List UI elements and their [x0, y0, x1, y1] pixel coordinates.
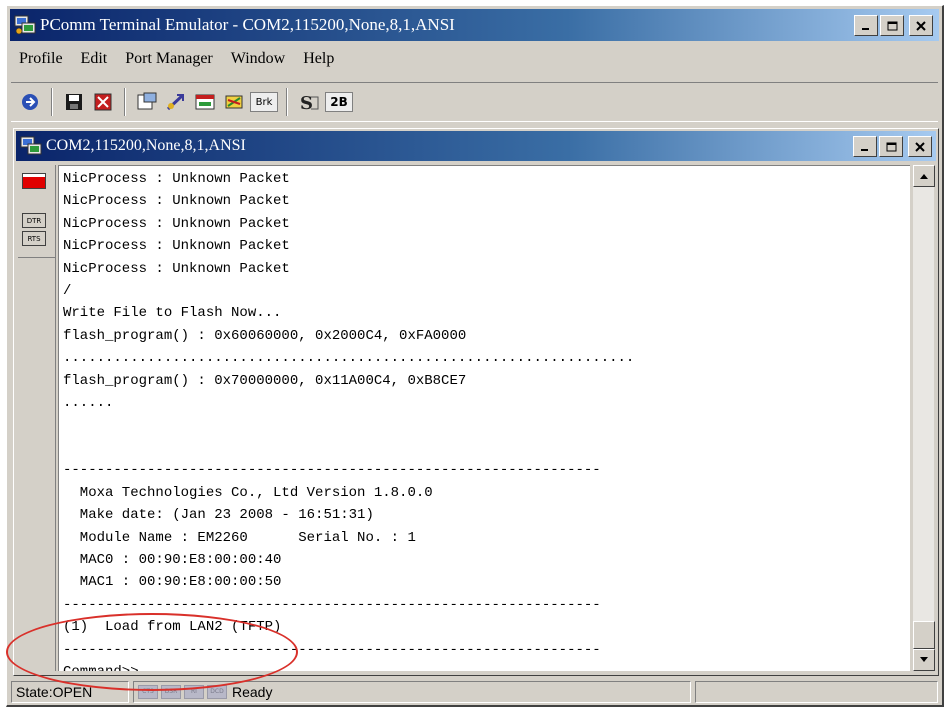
transfer-icon: [166, 93, 185, 111]
menu-edit[interactable]: Edit: [73, 50, 118, 68]
two-byte-button[interactable]: 2B: [325, 92, 353, 112]
status-message-panel: CTS DSR RI DCD Ready: [133, 681, 691, 703]
menu-bar: Profile Edit Port Manager Window Help: [11, 46, 344, 72]
capture-icon: [94, 93, 112, 111]
terminal-icon: [195, 94, 215, 110]
save-icon: [66, 94, 82, 110]
maximize-icon: [887, 21, 897, 30]
line-status-panel: DTR RTS: [18, 165, 56, 671]
terminal-text: NicProcess : Unknown Packet NicProcess :…: [63, 171, 635, 671]
terminal-app-icon: [20, 135, 42, 157]
arrow-down-icon: [920, 657, 928, 662]
dcd-indicator: DCD: [207, 685, 227, 699]
capture-button[interactable]: [90, 89, 116, 115]
save-button[interactable]: [61, 89, 87, 115]
child-maximize-button[interactable]: [879, 136, 903, 157]
script-icon: S: [300, 93, 319, 113]
arrow-up-icon: [920, 174, 928, 179]
toolbar-separator: [51, 88, 53, 116]
script-button[interactable]: S: [296, 89, 322, 115]
dtr-toggle[interactable]: DTR: [22, 213, 46, 228]
rts-toggle[interactable]: RTS: [22, 231, 46, 246]
connect-button[interactable]: [17, 89, 43, 115]
menu-port-manager[interactable]: Port Manager: [117, 50, 223, 68]
close-button[interactable]: [909, 15, 933, 36]
toolbar-separator: [124, 88, 126, 116]
connection-led-icon: [22, 173, 46, 189]
close-icon: [916, 20, 926, 31]
break-button[interactable]: Brk: [250, 92, 278, 112]
connect-icon: [22, 94, 38, 110]
window-title: PComm Terminal Emulator - COM2,115200,No…: [40, 15, 455, 34]
maximize-button[interactable]: [880, 15, 904, 36]
terminal-window-button[interactable]: [192, 89, 218, 115]
terminal-output[interactable]: NicProcess : Unknown Packet NicProcess :…: [58, 165, 910, 671]
child-close-button[interactable]: [908, 136, 932, 157]
app-icon: [14, 14, 36, 36]
child-title-bar[interactable]: COM2,115200,None,8,1,ANSI: [16, 131, 936, 161]
ri-indicator: RI: [184, 685, 204, 699]
vertical-scrollbar[interactable]: [912, 165, 935, 671]
settings-icon: [137, 92, 157, 110]
maximize-icon: [886, 142, 896, 151]
main-title-bar[interactable]: PComm Terminal Emulator - COM2,115200,No…: [10, 9, 939, 41]
status-ready-text: Ready: [232, 684, 273, 700]
main-window-controls: [854, 15, 933, 36]
terminal-child-window: COM2,115200,None,8,1,ANSI DTR RTS NicPro…: [13, 128, 939, 676]
pcomm-main-window: PComm Terminal Emulator - COM2,115200,No…: [6, 5, 944, 707]
minimize-icon: [862, 27, 869, 30]
file-transfer-icon: [225, 95, 243, 109]
close-icon: [915, 141, 925, 152]
file-transfer-button[interactable]: [221, 89, 247, 115]
menu-help[interactable]: Help: [295, 50, 344, 68]
cts-indicator: CTS: [138, 685, 158, 699]
scroll-up-button[interactable]: [913, 165, 935, 187]
scroll-thumb[interactable]: [913, 621, 935, 649]
child-window-title: COM2,115200,None,8,1,ANSI: [46, 137, 246, 154]
menu-profile[interactable]: Profile: [11, 50, 73, 68]
transfer-button[interactable]: [163, 89, 189, 115]
toolbar: Brk S 2B: [11, 82, 938, 122]
status-bar: State:OPEN CTS DSR RI DCD Ready: [11, 680, 938, 704]
child-minimize-button[interactable]: [853, 136, 877, 157]
child-window-controls: [853, 136, 932, 157]
minimize-button[interactable]: [854, 15, 878, 36]
scroll-down-button[interactable]: [913, 649, 935, 671]
menu-window[interactable]: Window: [223, 50, 295, 68]
minimize-icon: [861, 148, 868, 151]
status-extra-panel: [695, 681, 938, 703]
svg-text:S: S: [300, 93, 313, 113]
port-settings-button[interactable]: [134, 89, 160, 115]
toolbar-separator: [286, 88, 288, 116]
dsr-indicator: DSR: [161, 685, 181, 699]
connection-state: State:OPEN: [11, 681, 129, 703]
panel-divider: [18, 257, 55, 258]
